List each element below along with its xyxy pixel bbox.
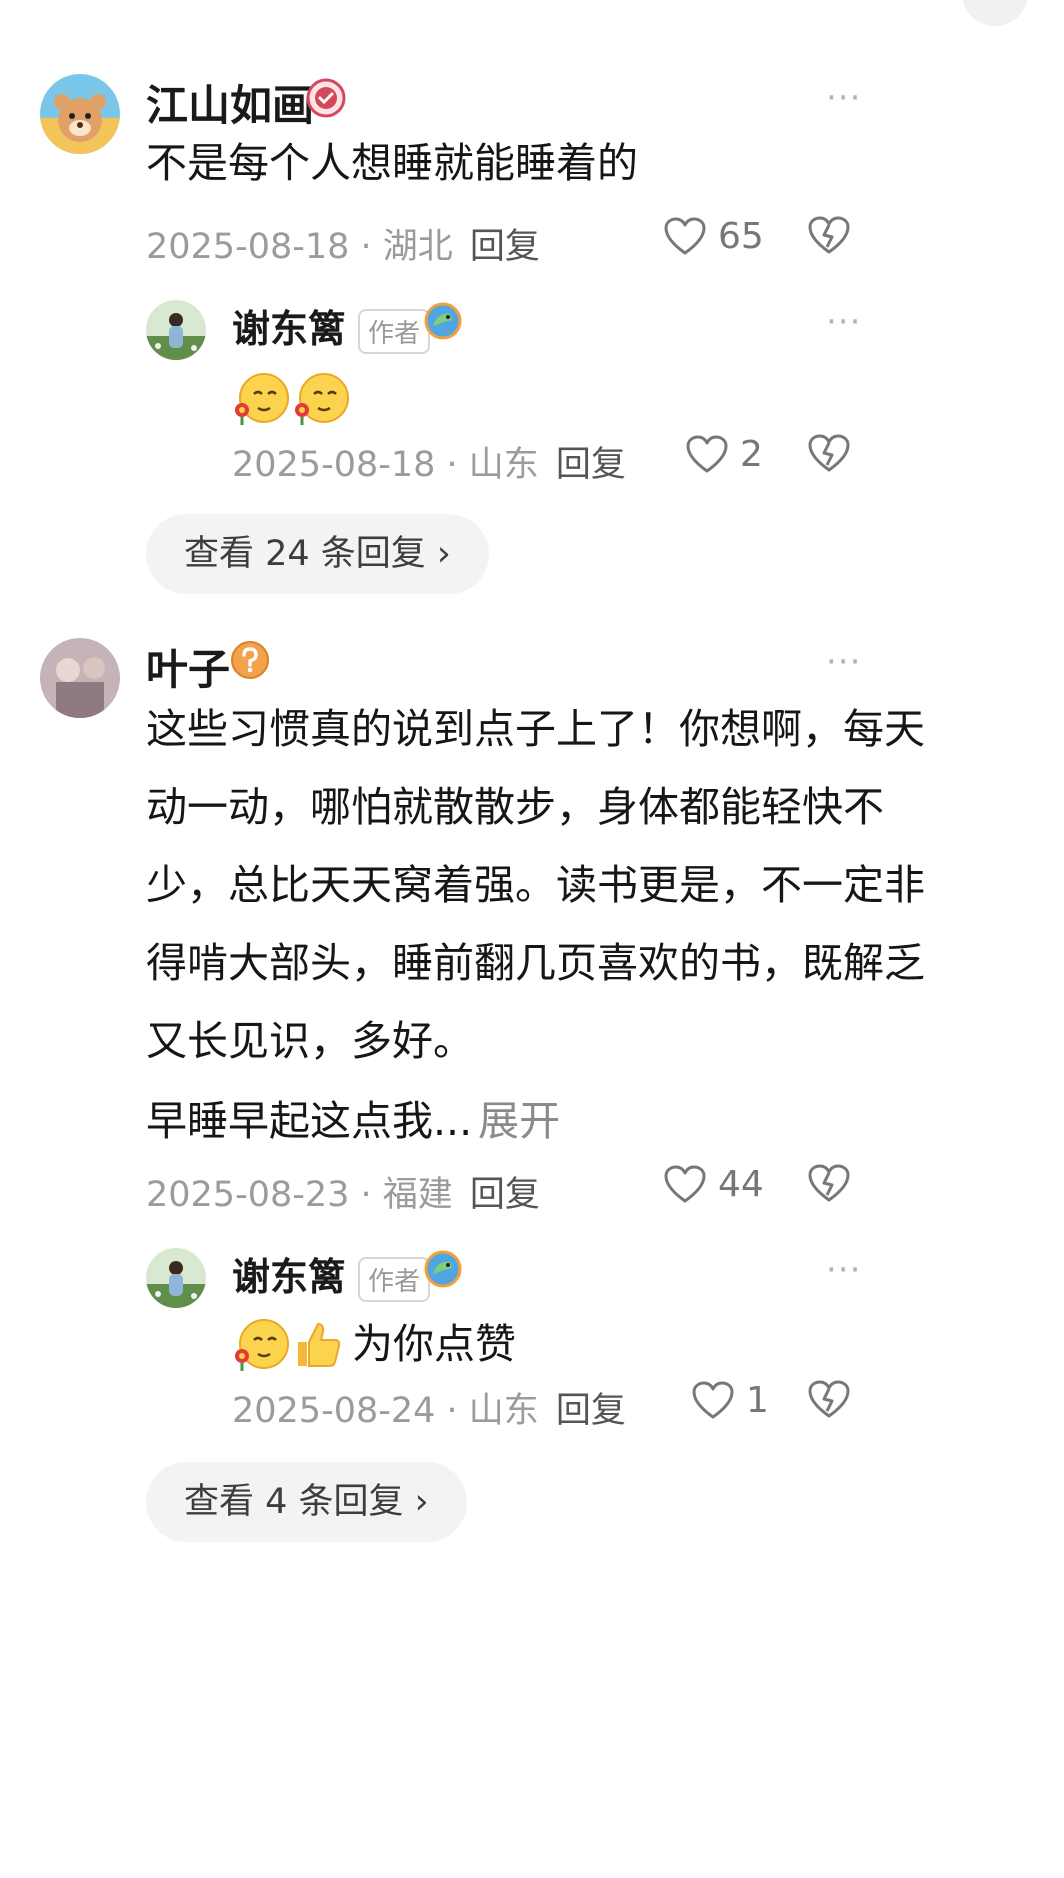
like-count: 2	[740, 434, 763, 475]
text-line: 得啃大部头，睡前翻几页喜欢的书，既解乏	[146, 939, 925, 987]
heart-outline-icon	[692, 1381, 734, 1418]
heart-outline-icon	[686, 435, 728, 472]
thumbs-up-emoji-icon	[298, 1322, 341, 1367]
partial-top-text: · · · · · · · · ·	[40, 0, 269, 19]
reply-content: 为你点赞	[230, 1316, 516, 1372]
comment-author[interactable]: 叶子	[146, 636, 230, 697]
author-badge: 作者	[358, 309, 431, 354]
expand-button[interactable]: 展开	[478, 1097, 560, 1145]
reply-button[interactable]: 回复	[470, 1175, 540, 1215]
view-replies-button[interactable]: 查看 24 条回复 ›	[146, 514, 489, 594]
comment-meta: 2025-08-18 · 湖北 回复	[146, 218, 540, 269]
reply-meta: 2025-08-18 · 山东 回复	[232, 436, 626, 487]
close-button[interactable]	[962, 0, 1028, 26]
emoji-flower-face	[230, 370, 350, 426]
more-options-icon[interactable]: ···	[826, 302, 861, 342]
like-button[interactable]: 44	[664, 1164, 764, 1205]
reply-text: 为你点赞	[352, 1320, 516, 1368]
text-line: 又长见识，多好。	[146, 1017, 474, 1065]
like-count: 44	[718, 1164, 764, 1205]
reply-date-location: 2025-08-18 · 山东	[232, 445, 539, 485]
comment-date-location: 2025-08-23 · 福建	[146, 1175, 453, 1215]
like-button[interactable]: 1	[692, 1380, 769, 1421]
reply-date-location: 2025-08-24 · 山东	[232, 1391, 539, 1431]
comment-text-tail: 早睡早起这点我... 展开	[146, 1097, 561, 1145]
reply-author[interactable]: 谢东篱 作者	[232, 1246, 431, 1302]
avatar[interactable]	[40, 74, 120, 154]
more-options-icon[interactable]: ···	[826, 642, 861, 682]
avatar[interactable]	[146, 300, 206, 360]
heart-outline-icon	[664, 1165, 706, 1202]
verified-check-icon	[306, 78, 346, 118]
dragon-fan-badge-icon	[424, 302, 462, 340]
text-line: 动一动，哪怕就散散步，身体都能轻快不	[146, 783, 884, 831]
author-badge: 作者	[358, 1257, 431, 1302]
like-count: 65	[718, 216, 764, 257]
flower-face-emoji-icon	[235, 1319, 289, 1371]
broken-heart-icon[interactable]	[808, 434, 850, 474]
heart-outline-icon	[664, 217, 706, 254]
like-button[interactable]: 2	[686, 434, 763, 475]
reply-button[interactable]: 回复	[556, 1391, 626, 1431]
avatar[interactable]	[40, 638, 120, 718]
like-button[interactable]: 65	[664, 216, 764, 257]
question-mark-icon	[230, 640, 270, 680]
avatar[interactable]	[146, 1248, 206, 1308]
comment-meta: 2025-08-23 · 福建 回复	[146, 1166, 540, 1217]
dragon-fan-badge-icon	[424, 1250, 462, 1288]
like-count: 1	[746, 1380, 769, 1421]
comment-date-location: 2025-08-18 · 湖北	[146, 227, 453, 267]
comment-text: 这些习惯真的说到点子上了！你想啊，每天 动一动，哪怕就散散步，身体都能轻快不 少…	[146, 690, 925, 1080]
reply-author[interactable]: 谢东篱 作者	[232, 298, 431, 354]
text-line: 少，总比天天窝着强。读书更是，不一定非	[146, 861, 925, 909]
broken-heart-icon[interactable]	[808, 1164, 850, 1204]
text-line: 这些习惯真的说到点子上了！你想啊，每天	[146, 705, 925, 753]
more-options-icon[interactable]: ···	[826, 1250, 861, 1290]
more-options-icon[interactable]: ···	[826, 78, 861, 118]
comment-text: 不是每个人想睡就能睡着的	[146, 139, 638, 187]
broken-heart-icon[interactable]	[808, 216, 850, 256]
view-replies-button[interactable]: 查看 4 条回复 ›	[146, 1462, 467, 1542]
reply-meta: 2025-08-24 · 山东 回复	[232, 1382, 626, 1433]
reply-button[interactable]: 回复	[556, 445, 626, 485]
reply-button[interactable]: 回复	[470, 227, 540, 267]
broken-heart-icon[interactable]	[808, 1380, 850, 1420]
